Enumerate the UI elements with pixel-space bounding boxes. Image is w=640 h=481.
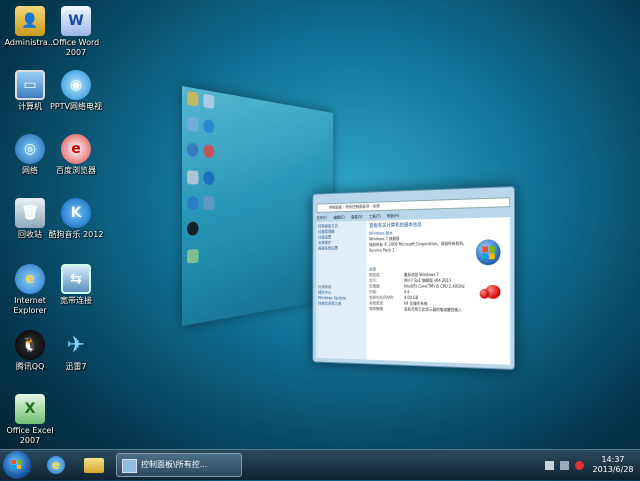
taskbar-ie-button[interactable]: e: [38, 453, 74, 477]
system-info-pane: 查看有关计算机的基本信息 Windows 版本 Windows 7 旗舰版 版权…: [366, 217, 511, 365]
desktop-icon-baidu-browser[interactable]: e 百度浏览器: [46, 134, 106, 176]
desktop-icon-broadband[interactable]: ⇆ 宽带连接: [46, 264, 106, 306]
word-icon: W: [61, 6, 91, 36]
start-button[interactable]: [3, 451, 31, 479]
desktop-icon-word[interactable]: W Office Word 2007: [46, 6, 106, 58]
menu-file[interactable]: 文件(F): [316, 215, 327, 220]
preview-pptv-icon: [203, 118, 215, 134]
thunder-icon: ✈: [66, 332, 86, 358]
preview-excel-icon: [187, 248, 199, 264]
link-performance[interactable]: 性能信息和工具: [318, 301, 365, 307]
control-panel-system-window[interactable]: 控制面板 › 所有控制面板项 › 系统 文件(F) 编辑(E) 查看(V) 工具…: [312, 186, 515, 370]
system-row: 笔和触摸: 没有可用于此显示器的笔或触控输入: [369, 306, 507, 314]
ie-icon: e: [47, 456, 65, 474]
qq-icon: 🐧: [15, 330, 45, 360]
network-icon: ◎: [15, 134, 45, 164]
system-row-value: 番茄花园 Windows 7: [403, 272, 439, 278]
task-label: 控制面板\所有控...: [141, 460, 208, 469]
clock[interactable]: 14:37 2013/6/28: [590, 455, 636, 475]
system-row-value: 4.00 GB: [403, 295, 419, 301]
menu-tools[interactable]: 工具(T): [369, 214, 381, 219]
desktop-icon-thunder[interactable]: ✈ 迅雷7: [46, 330, 106, 372]
system-row-value: 4.6: [403, 289, 410, 295]
system-row-value: Intel(R) Core(TM) i5 CPU 2.40GHz: [403, 283, 465, 289]
computer-icon: ▭: [15, 70, 45, 100]
menu-edit[interactable]: 编辑(E): [334, 215, 345, 220]
excel-icon: X: [15, 394, 45, 424]
kugou-icon: K: [61, 198, 91, 228]
broadband-icon: ⇆: [61, 264, 91, 294]
windows-flag-icon: [12, 460, 21, 469]
preview-computer-icon: [187, 116, 199, 132]
preview-broadband-icon: [203, 196, 215, 210]
tray-volume-mute-icon[interactable]: [575, 460, 584, 470]
preview-ie-icon: [187, 196, 199, 210]
tray-network-icon[interactable]: [560, 460, 569, 470]
preview-qq-icon: [187, 221, 199, 236]
desktop-icon-kugou[interactable]: K 酷狗音乐 2012: [46, 198, 106, 240]
system-row-key: 笔和触摸:: [369, 306, 385, 312]
browser-icon: e: [61, 134, 91, 164]
taskbar-task-control-panel[interactable]: 控制面板\所有控...: [116, 453, 242, 477]
control-panel-icon: [122, 459, 137, 473]
task-pane: 控制面板主页 设备管理器 远程设置 系统保护 高级系统设置 另请参阅 操作中心 …: [316, 220, 367, 360]
recycle-bin-icon: 🗑: [15, 198, 45, 228]
preview-word-icon: [203, 93, 215, 109]
system-tray: 14:37 2013/6/28: [545, 452, 636, 478]
tomato-logo-small-icon: [479, 288, 490, 299]
preview-kugou-icon: [203, 171, 215, 186]
taskbar-explorer-button[interactable]: [76, 453, 112, 477]
ie-icon: e: [15, 264, 45, 294]
system-row-value: Win7 Sp1 旗舰版 x64 2013: [403, 278, 452, 283]
taskbar: e 控制面板\所有控... 14:37 2013/6/28: [0, 449, 640, 480]
menu-help[interactable]: 帮助(H): [387, 213, 399, 218]
clock-date: 2013/6/28: [592, 465, 634, 474]
flip3d-desktop-preview[interactable]: [182, 86, 334, 326]
folder-icon: [84, 457, 104, 473]
preview-folder-icon: [187, 90, 199, 107]
tray-flag-icon[interactable]: [545, 460, 554, 470]
desktop-icon-excel[interactable]: X Office Excel 2007: [0, 394, 60, 446]
clock-time: 14:37: [601, 455, 625, 464]
system-row-value: 没有可用于此显示器的笔或触控输入: [403, 306, 462, 313]
user-folder-icon: 👤: [15, 6, 45, 36]
windows-logo-icon: [475, 239, 501, 266]
preview-network-icon: [187, 142, 199, 158]
preview-browser-icon: [203, 144, 215, 159]
preview-recycle-icon: [187, 170, 199, 185]
pptv-icon: ◉: [61, 70, 91, 100]
system-row-value: 64 位操作系统: [403, 300, 428, 306]
menu-view[interactable]: 查看(V): [351, 214, 363, 219]
desktop-icon-pptv[interactable]: ◉ PPTV网络电视: [46, 70, 106, 112]
